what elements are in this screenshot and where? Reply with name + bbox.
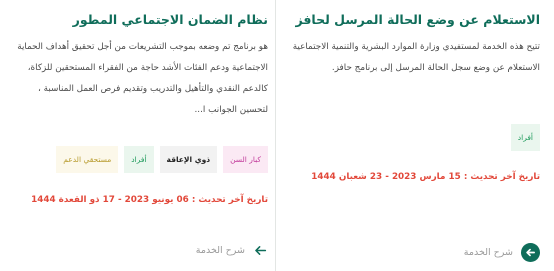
last-updated-date: تاريخ آخر تحديث : 15 مارس 2023 - 23 شعبا… (311, 172, 540, 182)
arrow-left-icon[interactable] (253, 243, 268, 258)
arrow-left-circle-icon[interactable] (521, 243, 540, 262)
card-title[interactable]: نظام الضمان الاجتماعي المطور (73, 12, 268, 27)
service-card-social-security: نظام الضمان الاجتماعي المطور هو برنامج ت… (0, 0, 274, 271)
card-description: هو برنامج تم وضعه بموجب التشريعات من أجل… (17, 42, 268, 115)
service-explanation-link[interactable]: شرح الخدمة (464, 243, 540, 262)
service-card-hafiz-inquiry: الاستعلام عن وضع الحالة المرسل لحافز تتي… (281, 0, 546, 271)
tag-list: كبار السن ذوي الإعاقة أفراد مستحقي الدعم (56, 146, 268, 173)
tag-individuals: أفراد (510, 124, 540, 151)
tag-support-eligible: مستحقي الدعم (56, 146, 119, 173)
tag-elderly: كبار السن (223, 146, 268, 173)
tag-individuals: أفراد (124, 146, 154, 173)
last-updated-date: تاريخ آخر تحديث : 06 يونيو 2023 - 17 ذو … (31, 195, 268, 205)
card-description: تتيح هذه الخدمة لمستفيدي وزارة الموارد ا… (292, 42, 540, 73)
service-explanation-label[interactable]: شرح الخدمة (196, 245, 245, 256)
tag-list: أفراد (510, 124, 540, 151)
service-explanation-label[interactable]: شرح الخدمة (464, 247, 513, 258)
card-title[interactable]: الاستعلام عن وضع الحالة المرسل لحافز (295, 12, 540, 27)
tag-disabled: ذوي الإعاقة (159, 146, 218, 173)
service-explanation-link[interactable]: شرح الخدمة (196, 243, 268, 258)
card-divider (275, 0, 276, 271)
